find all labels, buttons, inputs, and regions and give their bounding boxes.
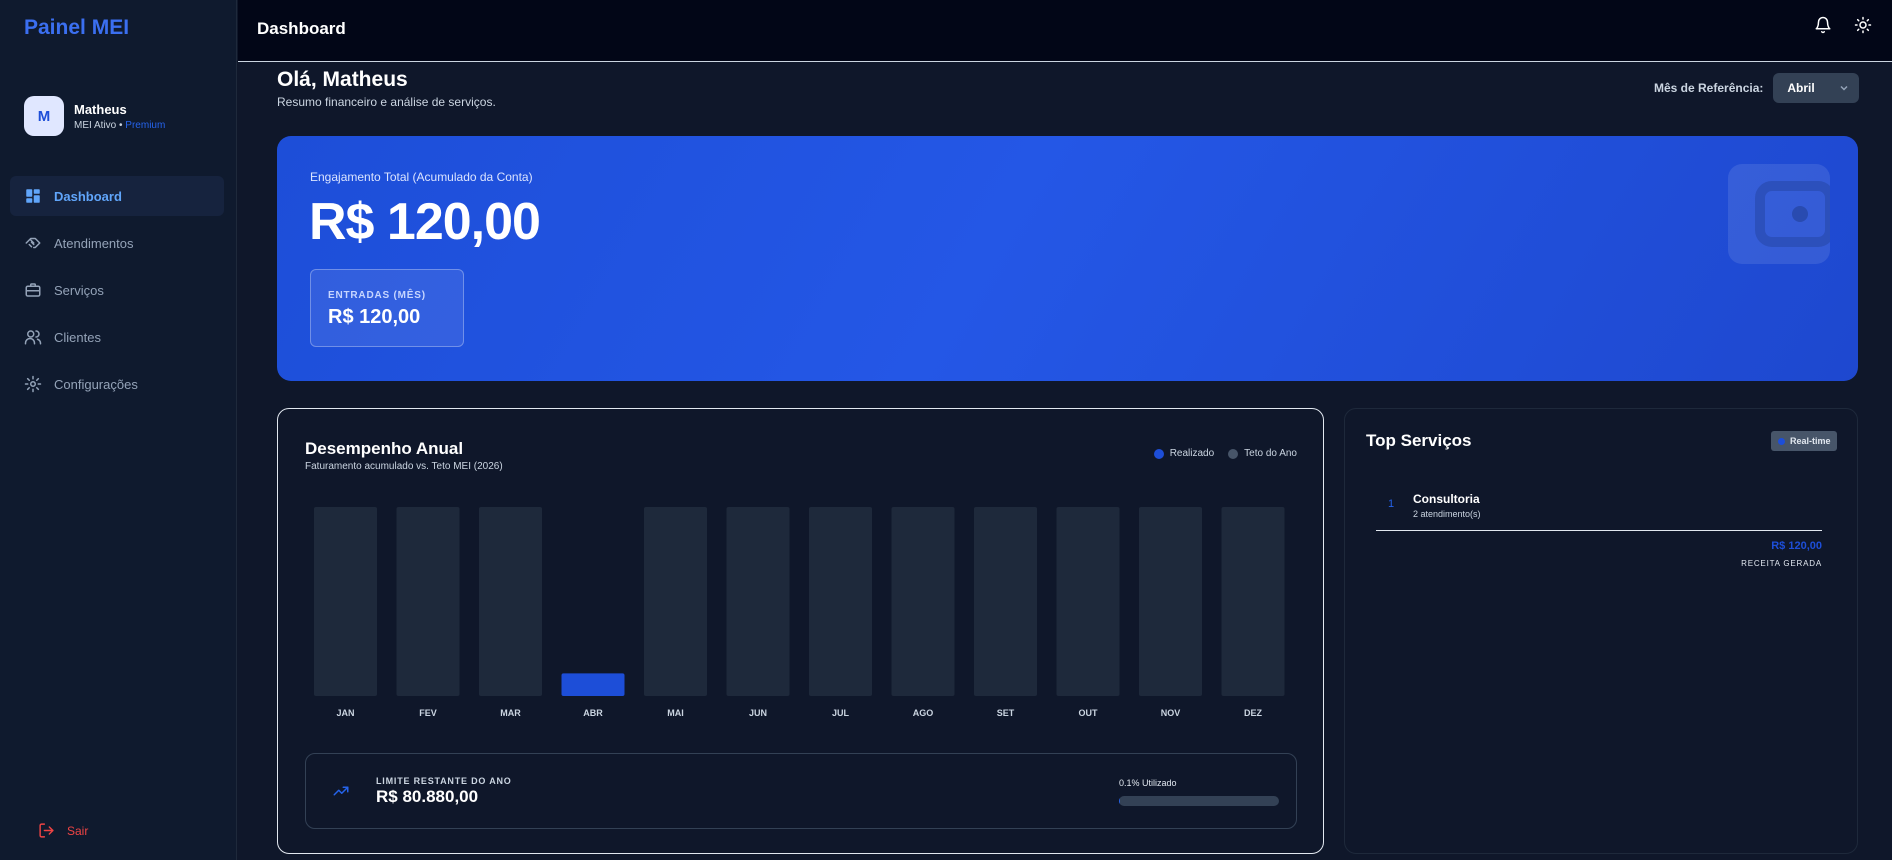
bar-teto-jul[interactable] bbox=[809, 507, 872, 696]
chart-legend: Realizado Teto do Ano bbox=[1153, 448, 1297, 459]
bar-teto-out[interactable] bbox=[1056, 507, 1120, 696]
annual-subtitle: Faturamento acumulado vs. Teto MEI (2026… bbox=[305, 461, 503, 472]
sidebar-item-dashboard[interactable]: Dashboard bbox=[10, 176, 224, 216]
user-status-text: MEI Ativo • bbox=[74, 119, 123, 131]
month-label: Mês de Referência: bbox=[1654, 81, 1764, 95]
service-rank: 1 bbox=[1388, 498, 1395, 510]
sidebar-item-label: Configurações bbox=[54, 376, 138, 392]
sidebar-item-atendimentos[interactable]: Atendimentos bbox=[10, 223, 224, 263]
user-status: MEI Ativo • Premium bbox=[74, 120, 165, 131]
greeting-title: Olá, Matheus bbox=[277, 68, 408, 91]
top-services-title: Top Serviços bbox=[1366, 431, 1472, 450]
legend-realizado-dot bbox=[1153, 448, 1164, 459]
bar-teto-jan[interactable] bbox=[314, 507, 377, 696]
tick-label-jun: JUN bbox=[749, 708, 767, 718]
bar-teto-jun[interactable] bbox=[726, 507, 790, 696]
usage-progress-bar bbox=[1119, 796, 1279, 806]
service-revenue: R$ 120,00 bbox=[1771, 540, 1822, 552]
sidebar-item-clientes[interactable]: Clientes bbox=[10, 317, 224, 357]
users-icon bbox=[24, 330, 42, 345]
sidebar-nav: Dashboard Atendimentos Serviços Clientes… bbox=[10, 176, 224, 411]
sidebar-item-configuracoes[interactable]: Configurações bbox=[10, 364, 224, 404]
logout-label: Sair bbox=[67, 823, 89, 838]
legend-realizado: Realizado bbox=[1153, 448, 1215, 459]
tick-label-set: SET bbox=[997, 708, 1015, 718]
hero-value: R$ 120,00 bbox=[309, 193, 541, 251]
sidebar-item-servicos[interactable]: Serviços bbox=[10, 270, 224, 310]
monthly-income-card: ENTRADAS (MÊS) R$ 120,00 bbox=[310, 269, 464, 347]
service-divider bbox=[1376, 530, 1822, 531]
plan-badge: Premium bbox=[125, 119, 166, 131]
dashboard-icon bbox=[26, 189, 40, 203]
bar-teto-mai[interactable] bbox=[644, 507, 707, 696]
user-name: Matheus bbox=[74, 101, 127, 117]
usage-label: 0.1% Utilizado bbox=[1119, 778, 1177, 788]
sidebar-item-label: Clientes bbox=[54, 329, 101, 345]
tick-label-ago: AGO bbox=[913, 708, 934, 718]
sidebar-item-label: Dashboard bbox=[54, 188, 122, 204]
logout-button[interactable]: Sair bbox=[38, 822, 88, 839]
bar-teto-dez[interactable] bbox=[1221, 507, 1285, 696]
service-name: Consultoria bbox=[1413, 492, 1480, 506]
month-select[interactable]: Abril bbox=[1773, 73, 1860, 103]
realtime-dot bbox=[1778, 437, 1785, 445]
tick-label-mai: MAI bbox=[667, 708, 684, 718]
month-reference: Mês de Referência: Abril bbox=[1654, 73, 1860, 103]
gear-icon bbox=[24, 375, 42, 393]
avatar: M bbox=[24, 96, 64, 136]
bar-teto-mar[interactable] bbox=[479, 507, 542, 696]
tick-label-nov: NOV bbox=[1161, 708, 1181, 718]
briefcase-icon bbox=[25, 283, 41, 297]
service-count: 2 atendimento(s) bbox=[1413, 509, 1481, 519]
bar-teto-ago[interactable] bbox=[891, 507, 955, 696]
service-revenue-label: RECEITA GERADA bbox=[1741, 559, 1822, 568]
logout-icon bbox=[39, 823, 54, 838]
annual-performance-card: JAN FEV MAR ABR MAI JUN JUL AGO SET OUT NOV DEZ Des… bbox=[277, 408, 1324, 854]
wallet-icon bbox=[1728, 164, 1830, 264]
bar-teto-nov[interactable] bbox=[1139, 507, 1202, 696]
tick-label-abr: ABR bbox=[583, 708, 603, 718]
trending-up-icon bbox=[333, 786, 349, 796]
tick-label-jan: JAN bbox=[336, 708, 354, 718]
hero-label: Engajamento Total (Acumulado da Conta) bbox=[310, 170, 533, 184]
monthly-income-label: ENTRADAS (MÊS) bbox=[328, 290, 426, 301]
realtime-label: Real-time bbox=[1790, 436, 1831, 446]
legend-realizado-label: Realizado bbox=[1169, 448, 1215, 459]
sidebar-item-label: Atendimentos bbox=[54, 235, 134, 251]
user-profile[interactable]: M Matheus MEI Ativo • Premium bbox=[24, 96, 165, 136]
sun-icon[interactable] bbox=[1854, 16, 1872, 34]
tick-label-mar: MAR bbox=[500, 708, 521, 718]
sidebar: Painel MEI M Matheus MEI Ativo • Premium… bbox=[0, 0, 237, 860]
chevron-down-icon bbox=[1840, 85, 1848, 91]
tick-label-dez: DEZ bbox=[1244, 708, 1263, 718]
greeting-subtitle: Resumo financeiro e análise de serviços. bbox=[277, 95, 496, 109]
bar-teto-fev[interactable] bbox=[396, 507, 460, 696]
page-title: Dashboard bbox=[257, 19, 346, 38]
top-services-card: Top Serviços Real-time 1 Consultoria 2 a… bbox=[1344, 408, 1858, 854]
realtime-badge: Real-time bbox=[1771, 431, 1837, 451]
monthly-income-value: R$ 120,00 bbox=[328, 306, 421, 328]
hero-card: Engajamento Total (Acumulado da Conta) R… bbox=[277, 136, 1858, 381]
tick-label-jul: JUL bbox=[832, 708, 850, 718]
legend-teto-label: Teto do Ano bbox=[1244, 448, 1297, 459]
remaining-limit-label: LIMITE RESTANTE DO ANO bbox=[376, 776, 512, 786]
top-bar: Dashboard bbox=[238, 0, 1892, 62]
legend-teto-dot bbox=[1228, 448, 1239, 459]
annual-title: Desempenho Anual bbox=[305, 439, 464, 458]
month-value: Abril bbox=[1787, 81, 1815, 95]
legend-teto: Teto do Ano bbox=[1228, 448, 1297, 459]
sidebar-item-label: Serviços bbox=[54, 282, 104, 298]
bell-icon[interactable] bbox=[1814, 16, 1832, 34]
bar-realizado-abr[interactable] bbox=[561, 673, 625, 696]
remaining-limit-value: R$ 80.880,00 bbox=[376, 787, 479, 806]
remaining-limit-box: LIMITE RESTANTE DO ANO R$ 80.880,00 0.1%… bbox=[305, 753, 1297, 829]
tick-label-out: OUT bbox=[1079, 708, 1099, 718]
brand-logo[interactable]: Painel MEI bbox=[24, 16, 129, 40]
handshake-icon bbox=[25, 237, 41, 249]
bar-teto-set[interactable] bbox=[974, 507, 1037, 696]
tick-label-fev: FEV bbox=[419, 708, 437, 718]
